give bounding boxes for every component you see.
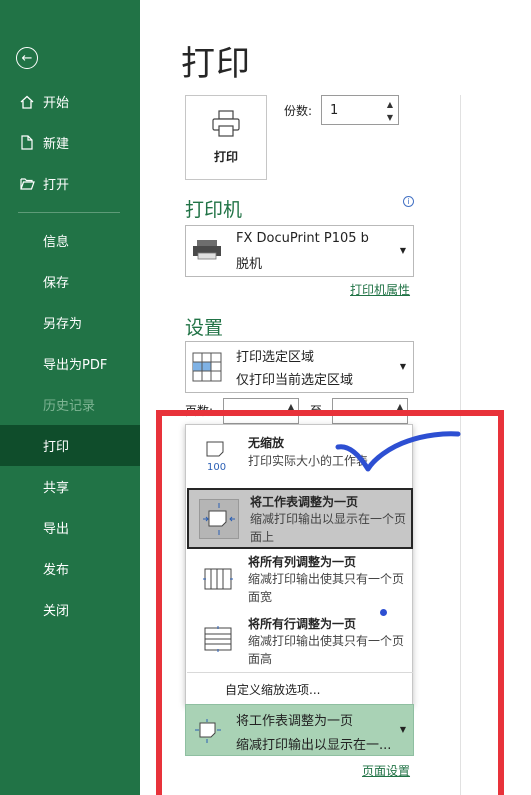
nav-label: 发布: [43, 563, 70, 578]
print-button[interactable]: 打印: [185, 95, 267, 180]
nav-save-as[interactable]: 另存为: [0, 302, 140, 343]
backstage-sidebar: ← 开始 新建 打开 信息 保存 另存为 导出为PDF 历史记录 打印 共享 导…: [0, 0, 140, 795]
pages-label: 页数:: [185, 404, 214, 418]
nav-label: 新建: [43, 137, 70, 152]
nav-label: 导出: [43, 522, 70, 537]
option-title: 将工作表调整为一页: [250, 495, 359, 509]
settings-heading: 设置: [185, 317, 224, 339]
option-title: 将所有列调整为一页: [248, 555, 357, 569]
open-folder-icon: [19, 176, 35, 192]
nav-label: 开始: [43, 96, 70, 111]
nav-label: 保存: [43, 276, 70, 291]
fit-rows-icon: [203, 626, 233, 656]
to-label: 至: [310, 404, 323, 418]
chevron-down-icon[interactable]: ▼: [384, 111, 396, 124]
page-setup-link[interactable]: 页面设置: [362, 762, 410, 779]
nav-export[interactable]: 导出: [0, 507, 140, 548]
nav-info[interactable]: 信息: [0, 220, 140, 261]
nav-print[interactable]: 打印: [0, 425, 140, 466]
print-area-desc: 仅打印当前选定区域: [236, 373, 354, 388]
new-file-icon: [19, 135, 35, 151]
svg-text:100: 100: [207, 462, 226, 473]
option-desc: 打印实际大小的工作表: [248, 454, 369, 468]
print-area-dropdown[interactable]: 打印选定区域 仅打印当前选定区域 ▼: [185, 341, 414, 393]
annotation-dot: [380, 609, 387, 616]
chevron-up-icon[interactable]: ▲: [285, 400, 297, 413]
fit-sheet-icon: [199, 499, 239, 543]
fit-sheet-icon: [194, 718, 222, 748]
selection-grid-icon: [192, 352, 222, 386]
scaling-option-no-scaling[interactable]: 100 无缩放 打印实际大小的工作表: [187, 428, 413, 486]
printer-name: FX DocuPrint P105 b: [236, 231, 369, 246]
no-scaling-icon: 100: [203, 440, 231, 478]
custom-scaling-label: 自定义缩放选项...: [225, 683, 321, 697]
print-button-label: 打印: [213, 150, 238, 164]
scaling-dropdown[interactable]: 将工作表调整为一页 缩减打印输出以显示在一... ▼: [185, 704, 414, 756]
printer-heading: 打印机: [185, 199, 243, 221]
home-icon: [19, 94, 35, 110]
scaling-option-fit-columns[interactable]: 将所有列调整为一页 缩减打印输出使其只有一个页面宽: [187, 551, 413, 611]
option-desc: 缩减打印输出使其只有一个页面高: [248, 634, 405, 666]
chevron-down-icon: ▼: [399, 362, 406, 371]
scaling-dropdown-title: 将工作表调整为一页: [236, 714, 354, 729]
printer-dropdown[interactable]: FX DocuPrint P105 b 脱机 ▼: [185, 225, 414, 277]
printer-status: 脱机: [236, 257, 263, 272]
scaling-dropdown-desc: 缩减打印输出以显示在一...: [236, 738, 392, 753]
copies-label: 份数:: [284, 104, 313, 118]
nav-export-pdf[interactable]: 导出为PDF: [0, 343, 140, 384]
nav-open[interactable]: 打开: [0, 163, 140, 204]
custom-scaling-option[interactable]: 自定义缩放选项...: [187, 672, 413, 702]
nav-label: 导出为PDF: [43, 358, 108, 373]
nav-label: 打开: [43, 178, 70, 193]
nav-close[interactable]: 关闭: [0, 589, 140, 630]
fit-columns-icon: [203, 567, 233, 595]
chevron-down-icon: ▼: [399, 725, 406, 734]
nav-publish[interactable]: 发布: [0, 548, 140, 589]
chevron-down-icon: ▼: [399, 246, 406, 255]
pages-to-input[interactable]: ▲: [332, 398, 408, 424]
option-desc: 缩减打印输出使其只有一个页面宽: [248, 572, 405, 604]
printer-properties-link[interactable]: 打印机属性: [350, 281, 410, 298]
nav-share[interactable]: 共享: [0, 466, 140, 507]
nav-save[interactable]: 保存: [0, 261, 140, 302]
scaling-menu: 100 无缩放 打印实际大小的工作表 将工作表调整为一页 缩减打印输出以显示在一…: [185, 424, 413, 705]
info-icon[interactable]: i: [403, 196, 414, 207]
nav-label: 历史记录: [43, 399, 96, 414]
nav-label: 信息: [43, 235, 70, 250]
nav-home[interactable]: 开始: [0, 81, 140, 122]
nav-divider: [18, 212, 120, 213]
copies-stepper[interactable]: 1 ▲ ▼: [321, 95, 399, 125]
chevron-up-icon[interactable]: ▲: [384, 98, 396, 111]
nav-label: 共享: [43, 481, 70, 496]
nav-label: 关闭: [43, 604, 70, 619]
copies-value: 1: [330, 103, 339, 118]
print-area-title: 打印选定区域: [236, 350, 315, 365]
scaling-option-fit-rows[interactable]: 将所有行调整为一页 缩减打印输出使其只有一个页面高: [187, 612, 413, 672]
preview-divider: [460, 95, 461, 795]
option-title: 无缩放: [248, 436, 285, 450]
back-arrow-icon[interactable]: ←: [16, 47, 38, 69]
page-title: 打印: [181, 44, 251, 84]
printer-device-icon: [192, 238, 222, 266]
nav-history: 历史记录: [0, 384, 140, 425]
pages-from-input[interactable]: ▲: [223, 398, 299, 424]
nav-label: 打印: [43, 440, 70, 455]
option-title: 将所有行调整为一页: [248, 617, 357, 631]
nav-new[interactable]: 新建: [0, 122, 140, 163]
scaling-option-fit-sheet[interactable]: 将工作表调整为一页 缩减打印输出以显示在一个页面上: [187, 488, 413, 549]
printer-icon: [211, 110, 241, 142]
nav-label: 另存为: [43, 317, 83, 332]
option-desc: 缩减打印输出以显示在一个页面上: [250, 512, 407, 544]
chevron-up-icon[interactable]: ▲: [394, 400, 406, 413]
